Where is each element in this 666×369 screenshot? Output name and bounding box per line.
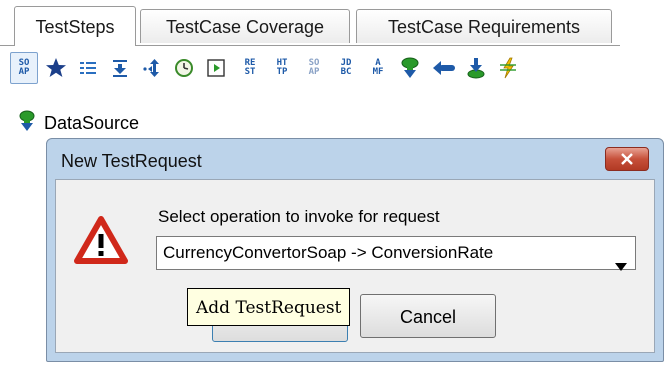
http-request-icon[interactable]: HT TP	[268, 52, 296, 84]
close-icon	[621, 153, 633, 165]
teststep-toolbar: SO AP RE ST HT TP SO AP JD BC A MF	[10, 52, 660, 88]
amf-request-icon[interactable]: A MF	[364, 52, 392, 84]
soap-request-icon[interactable]: SO AP	[10, 52, 38, 84]
close-button[interactable]	[605, 147, 649, 171]
star-icon[interactable]	[42, 52, 70, 84]
operation-prompt: Select operation to invoke for request	[158, 207, 440, 226]
rest-request-icon[interactable]: RE ST	[236, 52, 264, 84]
dialog-body: Select operation to invoke for request C…	[55, 179, 655, 353]
run-testcase-icon[interactable]	[202, 52, 230, 84]
tab-testcase-requirements[interactable]: TestCase Requirements	[356, 9, 612, 43]
tree-item-datasource[interactable]: DataSource	[18, 110, 140, 137]
datasource-icon	[18, 110, 36, 137]
jdbc-request-icon[interactable]: JD BC	[332, 52, 360, 84]
tooltip: Add TestRequest	[187, 288, 351, 326]
manual-teststep-icon[interactable]	[494, 52, 522, 84]
operation-select-value: CurrencyConvertorSoap -> ConversionRate	[163, 243, 494, 262]
warning-icon	[74, 216, 128, 269]
datasource-icon[interactable]	[396, 52, 424, 84]
tree-item-label: DataSource	[44, 112, 140, 133]
cancel-button[interactable]: Cancel	[360, 294, 496, 338]
delay-icon[interactable]	[170, 52, 198, 84]
operation-select[interactable]: CurrencyConvertorSoap -> ConversionRate	[156, 236, 636, 271]
tab-teststeps[interactable]: TestSteps	[14, 6, 136, 46]
datasource-loop-icon[interactable]	[430, 52, 458, 84]
properties-icon[interactable]	[74, 52, 102, 84]
datasink-icon[interactable]	[462, 52, 490, 84]
new-testrequest-dialog: New TestRequest Select operation to invo…	[46, 138, 664, 362]
chevron-down-icon[interactable]	[615, 250, 627, 282]
conditional-goto-icon[interactable]	[138, 52, 166, 84]
dialog-title: New TestRequest	[61, 151, 202, 171]
tab-strip: TestSteps TestCase Coverage TestCase Req…	[0, 0, 666, 46]
tab-testcase-coverage[interactable]: TestCase Coverage	[140, 9, 350, 43]
property-transfer-icon[interactable]	[106, 52, 134, 84]
soap-mock-response-icon[interactable]: SO AP	[300, 52, 328, 84]
